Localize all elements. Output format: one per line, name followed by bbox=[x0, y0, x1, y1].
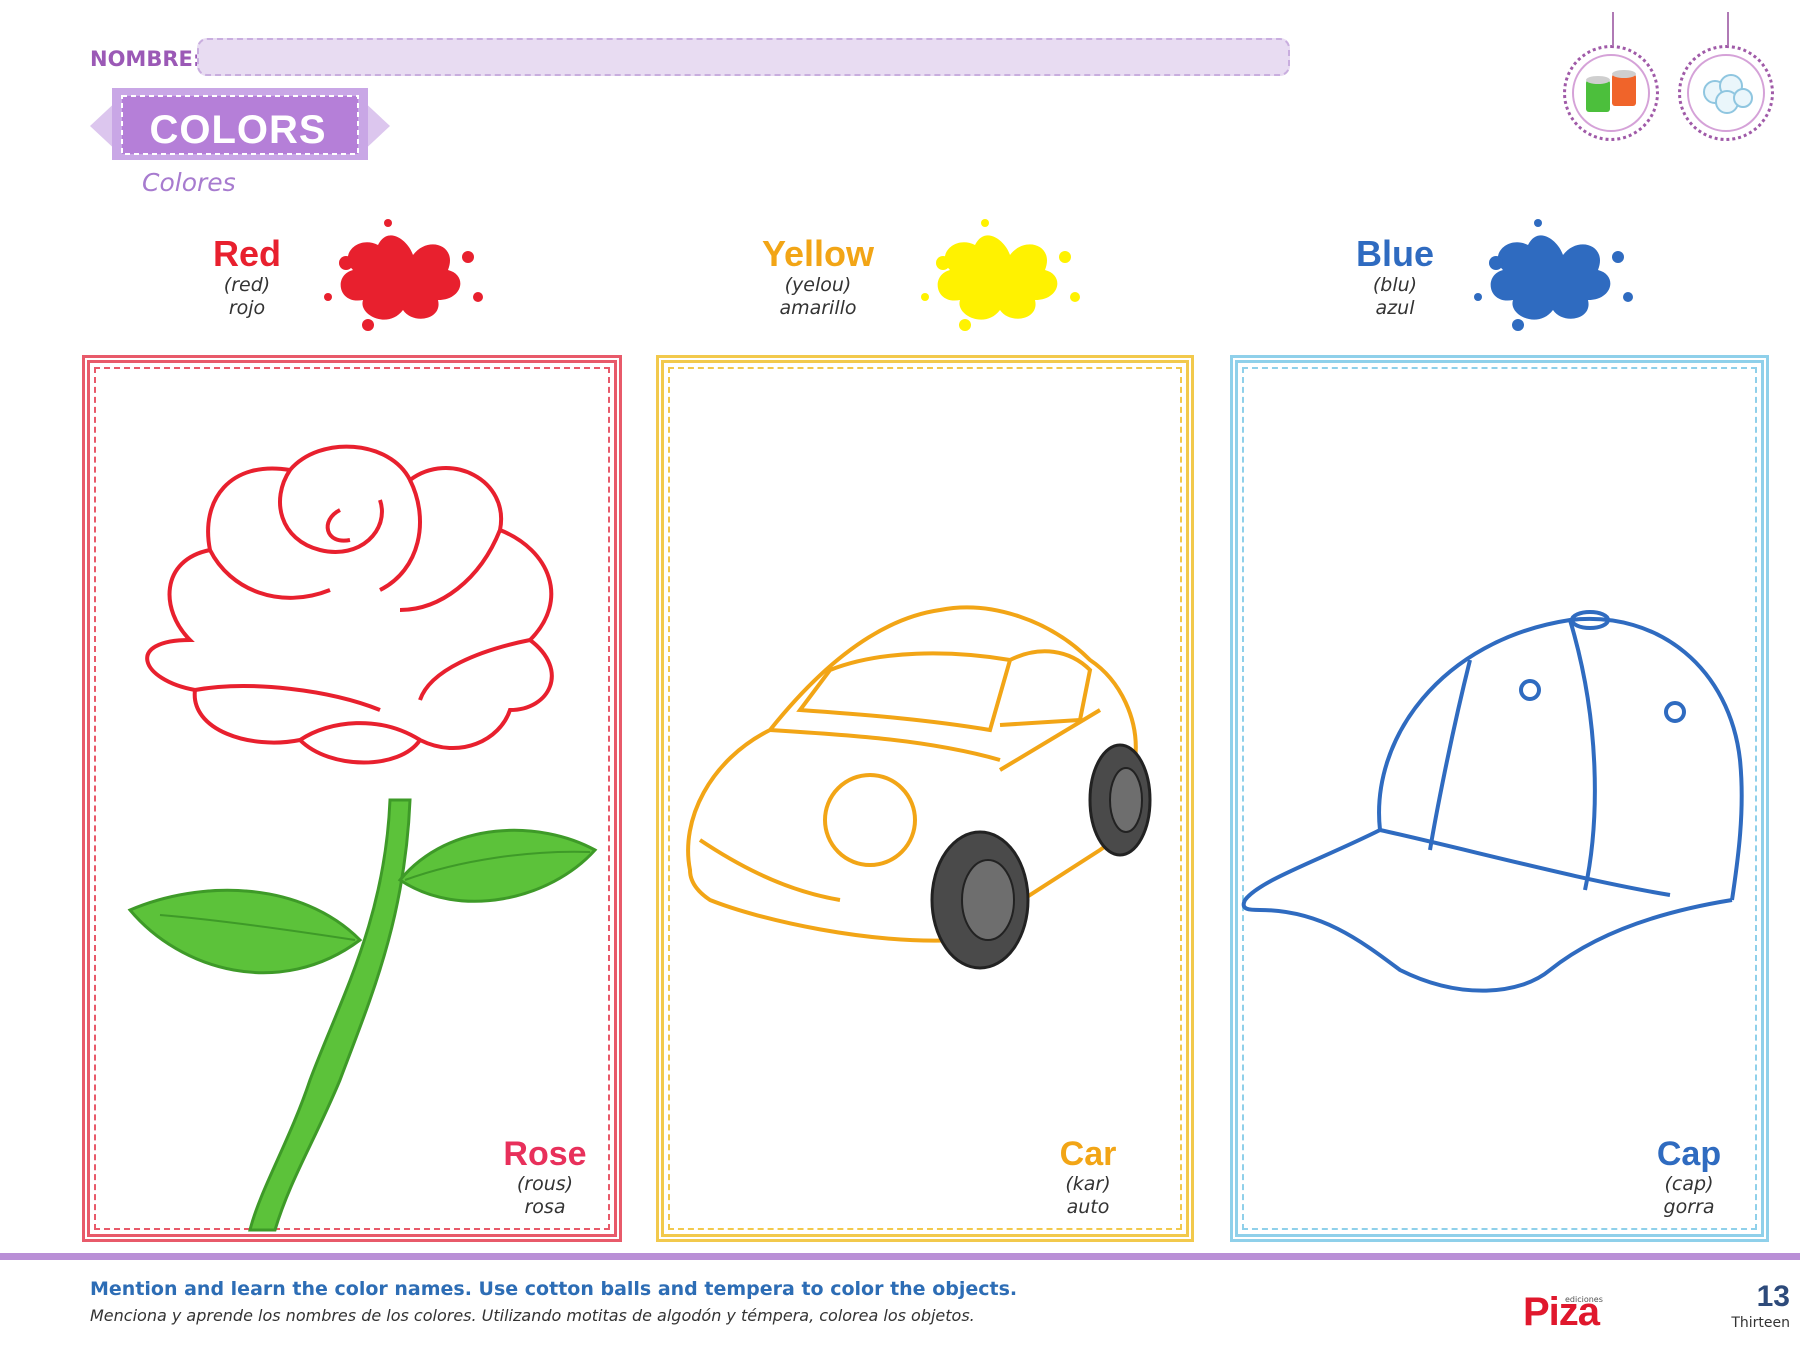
yellow-splash-icon bbox=[921, 219, 1080, 331]
color-pronunciation-yellow: (yelou) bbox=[784, 274, 852, 296]
cotton-balls-icon bbox=[1703, 74, 1753, 114]
instruction-spanish: Menciona y aprende los nombres de los co… bbox=[90, 1306, 975, 1325]
blue-splash-icon bbox=[1474, 219, 1633, 331]
rose-icon bbox=[127, 444, 598, 1232]
object-spanish-car: auto bbox=[1066, 1196, 1110, 1218]
object-name-rose: Rose bbox=[503, 1135, 587, 1173]
publisher-logo: Piza bbox=[1523, 1290, 1600, 1334]
color-spanish-red: rojo bbox=[228, 297, 266, 319]
object-pronunciation-rose: (rous) bbox=[516, 1173, 574, 1195]
page-number-word: Thirteen bbox=[1731, 1315, 1790, 1331]
color-spanish-blue: azul bbox=[1375, 297, 1415, 319]
object-spanish-cap: gorra bbox=[1663, 1196, 1715, 1218]
page-number: 13 bbox=[1756, 1280, 1790, 1313]
color-spanish-yellow: amarillo bbox=[779, 297, 857, 319]
name-field[interactable] bbox=[197, 38, 1290, 76]
cap-icon bbox=[1241, 610, 1744, 993]
tempera-badge bbox=[1563, 12, 1659, 141]
instruction-english: Mention and learn the color names. Use c… bbox=[90, 1278, 1018, 1300]
red-splash-icon bbox=[324, 219, 483, 331]
cotton-badge bbox=[1678, 12, 1774, 141]
name-label: NOMBRE: bbox=[90, 47, 202, 71]
color-name-blue: Blue bbox=[1355, 233, 1434, 274]
car-icon bbox=[686, 605, 1152, 970]
tempera-paint-icon bbox=[1586, 70, 1636, 112]
object-spanish-rose: rosa bbox=[524, 1196, 566, 1218]
object-name-car: Car bbox=[1059, 1135, 1117, 1173]
footer-divider bbox=[0, 1253, 1800, 1260]
color-name-red: Red bbox=[212, 233, 281, 274]
car-wheels bbox=[930, 743, 1152, 970]
color-pronunciation-blue: (blu) bbox=[1372, 274, 1418, 296]
page-title: COLORS bbox=[149, 108, 327, 152]
page-subtitle: Colores bbox=[142, 168, 236, 197]
object-pronunciation-cap: (cap) bbox=[1664, 1173, 1714, 1195]
object-name-cap: Cap bbox=[1656, 1135, 1722, 1173]
color-pronunciation-red: (red) bbox=[223, 274, 271, 296]
color-name-yellow: Yellow bbox=[761, 233, 875, 274]
object-pronunciation-car: (kar) bbox=[1065, 1173, 1111, 1195]
